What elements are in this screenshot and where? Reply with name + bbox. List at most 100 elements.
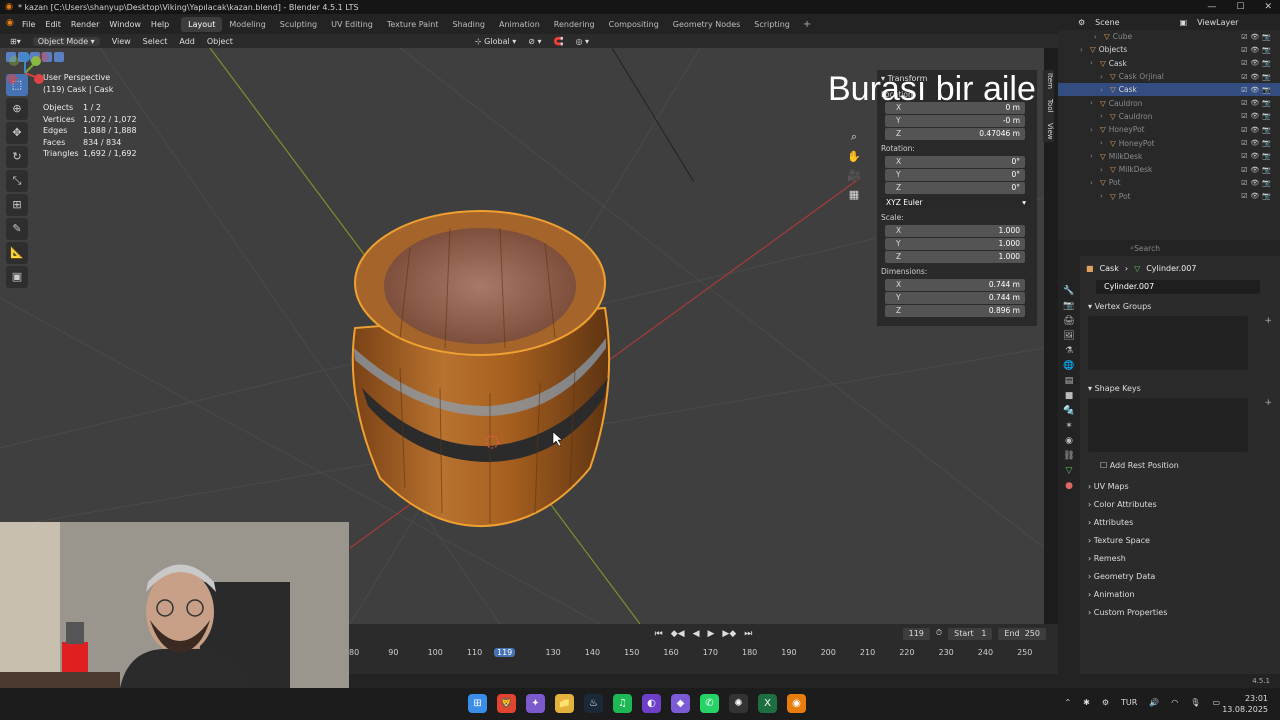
tab-uv-editing[interactable]: UV Editing: [324, 17, 380, 32]
pivot-icon[interactable]: ⊘ ▾: [528, 37, 541, 46]
tool-tab-icon[interactable]: 🔧: [1063, 286, 1074, 296]
add-workspace-button[interactable]: +: [797, 19, 817, 30]
tray-app-icon[interactable]: ✱: [1083, 698, 1090, 707]
outliner-row[interactable]: › ▽ Cube ☑👁📷: [1058, 30, 1280, 43]
section-uv-maps[interactable]: › UV Maps: [1082, 478, 1278, 496]
cursor-icon[interactable]: ⊕: [6, 98, 28, 120]
rotation-z-field[interactable]: Z 0°: [885, 182, 1025, 194]
spotify-icon[interactable]: ♫: [613, 694, 632, 713]
expand-chevron-icon[interactable]: ›: [1094, 33, 1104, 41]
scene-tab-icon[interactable]: ⚗: [1065, 346, 1073, 356]
scale-y-field[interactable]: Y 1.000: [885, 238, 1025, 250]
visibility-icons[interactable]: ☑👁📷: [1241, 46, 1274, 54]
outliner-row[interactable]: › ▽ Cask Orjinal ☑👁📷: [1058, 70, 1280, 83]
dimensions-x-field[interactable]: X 0.744 m: [885, 279, 1025, 291]
jump-end-icon[interactable]: ⏭: [744, 629, 752, 639]
system-clock[interactable]: 23:01 13.08.2025: [1222, 693, 1268, 715]
orientation-selector[interactable]: ⊹ Global ▾: [475, 37, 516, 46]
jump-start-icon[interactable]: ⏮: [655, 629, 663, 639]
data-tab-icon[interactable]: ▽: [1066, 466, 1073, 476]
add-cube-icon[interactable]: ▣: [6, 266, 28, 288]
tab-layout[interactable]: Layout: [181, 16, 223, 32]
viewport-menu-object[interactable]: Object: [207, 37, 233, 46]
world-tab-icon[interactable]: 🌐: [1063, 361, 1074, 371]
annotate-icon[interactable]: ✎: [6, 218, 28, 240]
transform-icon[interactable]: ⊞: [6, 194, 28, 216]
whatsapp-icon[interactable]: ✆: [700, 694, 719, 713]
visibility-icons[interactable]: ☑👁📷: [1241, 166, 1274, 174]
language-indicator[interactable]: TUR: [1121, 698, 1137, 707]
object-tab-icon[interactable]: ■: [1065, 391, 1074, 401]
viewport-menu-select[interactable]: Select: [143, 37, 168, 46]
tab-scripting[interactable]: Scripting: [747, 17, 797, 32]
output-tab-icon[interactable]: 🖨: [1063, 316, 1074, 326]
visibility-icons[interactable]: ☑👁📷: [1241, 179, 1274, 187]
section-attributes[interactable]: › Attributes: [1082, 514, 1278, 532]
menu-window[interactable]: Window: [109, 20, 141, 29]
visibility-icons[interactable]: ☑👁📷: [1241, 73, 1274, 81]
visibility-icons[interactable]: ☑👁📷: [1241, 152, 1274, 160]
maximize-button[interactable]: ☐: [1236, 0, 1244, 14]
view-layer-tab-icon[interactable]: 🖼: [1063, 331, 1074, 341]
camera-icon[interactable]: 🎥: [847, 169, 861, 182]
measure-icon[interactable]: 📐: [6, 242, 28, 264]
expand-chevron-icon[interactable]: ›: [1100, 139, 1110, 147]
constraints-tab-icon[interactable]: ⛓: [1063, 451, 1074, 461]
scale-icon[interactable]: ⤡: [6, 170, 28, 192]
vertex-groups-list[interactable]: [1088, 316, 1248, 370]
wifi-icon[interactable]: ◠: [1171, 698, 1178, 707]
network-icon[interactable]: ▭: [1212, 698, 1220, 707]
close-button[interactable]: ✕: [1264, 0, 1272, 14]
location-z-field[interactable]: Z 0.47046 m: [885, 128, 1025, 140]
outliner-row[interactable]: › ▽ MilkDesk ☑👁📷: [1058, 163, 1280, 176]
rotate-icon[interactable]: ↻: [6, 146, 28, 168]
menu-file[interactable]: File: [22, 20, 35, 29]
expand-chevron-icon[interactable]: ›: [1090, 59, 1100, 67]
minimize-button[interactable]: —: [1207, 0, 1216, 14]
github-icon[interactable]: ◐: [642, 694, 661, 713]
current-frame-field[interactable]: 119: [902, 628, 930, 640]
outliner-row[interactable]: › ▽ HoneyPot ☑👁📷: [1058, 123, 1280, 136]
zoom-icon[interactable]: ⌕: [847, 130, 861, 144]
play-icon[interactable]: ▶: [708, 629, 715, 639]
timeline-ruler[interactable]: 80 90 100 110 130 140 150 160 170 180 190 200 210 220…: [349, 646, 1058, 660]
sidebar-tab-tool[interactable]: Tool: [1043, 96, 1054, 116]
render-tab-icon[interactable]: 📷: [1063, 301, 1074, 311]
rotation-mode-select[interactable]: XYZ Euler ▾: [881, 197, 1031, 209]
view-layer-icon[interactable]: ▣: [1180, 18, 1188, 27]
tab-modeling[interactable]: Modeling: [222, 17, 272, 32]
outliner-row[interactable]: › ▽ Cask ☑👁📷: [1058, 83, 1280, 97]
sidebar-tab-item[interactable]: Item: [1043, 70, 1054, 92]
add-rest-position-checkbox[interactable]: ☐ Add Rest Position: [1082, 458, 1278, 474]
section-color-attributes[interactable]: › Color Attributes: [1082, 496, 1278, 514]
prev-keyframe-icon[interactable]: ◆◀: [671, 629, 685, 639]
mesh-name-field[interactable]: Cylinder.007: [1096, 280, 1260, 294]
tab-compositing[interactable]: Compositing: [602, 17, 666, 32]
menu-render[interactable]: Render: [71, 20, 99, 29]
view-layer-name[interactable]: ViewLayer: [1197, 18, 1238, 27]
visibility-icons[interactable]: ☑👁📷: [1241, 139, 1274, 147]
particles-tab-icon[interactable]: ✶: [1065, 421, 1073, 431]
visibility-icons[interactable]: ☑👁📷: [1241, 86, 1274, 94]
expand-chevron-icon[interactable]: ›: [1090, 126, 1100, 134]
mode-selector[interactable]: Object Mode ▾: [32, 36, 100, 46]
start-frame-field[interactable]: Start 1: [948, 628, 993, 640]
section-texture-space[interactable]: › Texture Space: [1082, 532, 1278, 550]
rotation-x-field[interactable]: X 0°: [885, 156, 1025, 168]
end-frame-field[interactable]: End 250: [998, 628, 1046, 640]
brave-icon[interactable]: 🦁: [497, 694, 516, 713]
snap-icon[interactable]: 🧲: [554, 37, 564, 46]
add-shape-key-button[interactable]: +: [1264, 398, 1272, 408]
select-intersect-icon[interactable]: [54, 52, 64, 62]
file-explorer-icon[interactable]: 📁: [555, 694, 574, 713]
editor-type-icon[interactable]: ⊞▾: [10, 37, 21, 46]
viewport-menu-add[interactable]: Add: [179, 37, 195, 46]
tab-texture-paint[interactable]: Texture Paint: [380, 17, 446, 32]
playhead[interactable]: 119: [494, 648, 516, 657]
expand-chevron-icon[interactable]: ›: [1100, 86, 1110, 94]
location-y-field[interactable]: Y -0 m: [885, 115, 1025, 127]
visibility-icons[interactable]: ☑👁📷: [1241, 33, 1274, 41]
section-geometry-data[interactable]: › Geometry Data: [1082, 568, 1278, 586]
outliner-row[interactable]: › ▽ Cask ☑👁📷: [1058, 57, 1280, 70]
expand-chevron-icon[interactable]: ›: [1090, 152, 1100, 160]
